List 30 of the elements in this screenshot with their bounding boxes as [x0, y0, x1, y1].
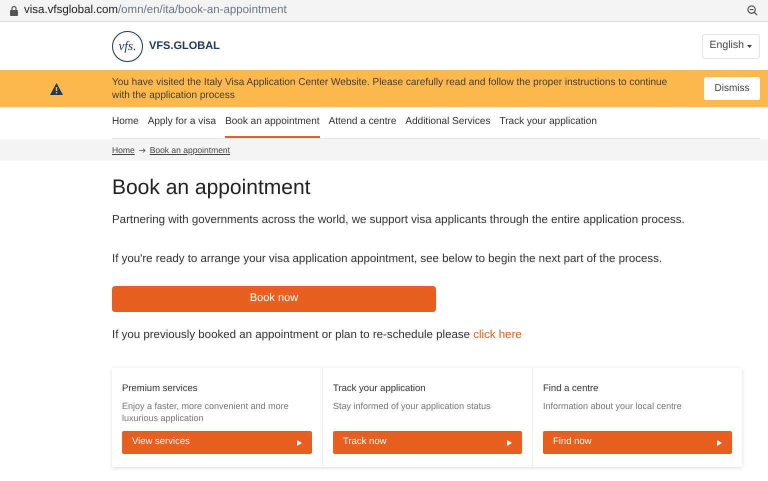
- play-icon: [507, 440, 512, 446]
- intro-text: Partnering with governments across the world, we support visa applicants through the entire application process.: [112, 213, 686, 228]
- play-icon: [717, 440, 722, 446]
- nav-tab[interactable]: Home: [112, 107, 139, 138]
- logo-text: VFS.GLOBAL: [149, 38, 220, 54]
- arrow-icon: [138, 148, 146, 152]
- card-description: Enjoy a faster, more convenient and more luxurious application: [122, 400, 290, 424]
- page-title: Book an appointment: [112, 175, 312, 201]
- card-description: Information about your local centre: [543, 400, 683, 413]
- ready-text: If you're ready to arrange your visa application appointment, see below to begin the next part of the process.: [112, 252, 664, 268]
- nav-tab[interactable]: Attend a centre: [328, 107, 396, 138]
- dismiss-button[interactable]: Dismiss: [704, 77, 760, 100]
- zoom-out-icon[interactable]: [747, 5, 758, 16]
- banner-message: You have visited the Italy Visa Application Center Website. Please carefully read and follow the proper instructions to continue with the application process: [112, 76, 668, 102]
- card-description: Stay informed of your application status: [333, 400, 492, 413]
- logo-mark: vfs.: [112, 30, 143, 62]
- breadcrumb-link[interactable]: Home: [112, 144, 135, 156]
- warning-icon: [50, 82, 62, 94]
- play-icon: [297, 440, 302, 446]
- card-title: Find a centre: [543, 382, 600, 396]
- nav-tab[interactable]: Track your application: [499, 107, 597, 138]
- card-title: Premium services: [122, 382, 198, 396]
- breadcrumb-link[interactable]: Book an appointment: [150, 144, 230, 156]
- nav-tab[interactable]: Apply for a visa: [148, 107, 216, 138]
- nav-tab[interactable]: Additional Services: [405, 107, 490, 138]
- lock-icon: [10, 6, 18, 16]
- language-dropdown[interactable]: English: [702, 34, 760, 58]
- card-title: Track your application: [333, 382, 427, 396]
- caret-icon: [747, 44, 752, 48]
- reschedule-text: If you previously booked an appointment or plan to re-schedule please click here: [112, 328, 523, 342]
